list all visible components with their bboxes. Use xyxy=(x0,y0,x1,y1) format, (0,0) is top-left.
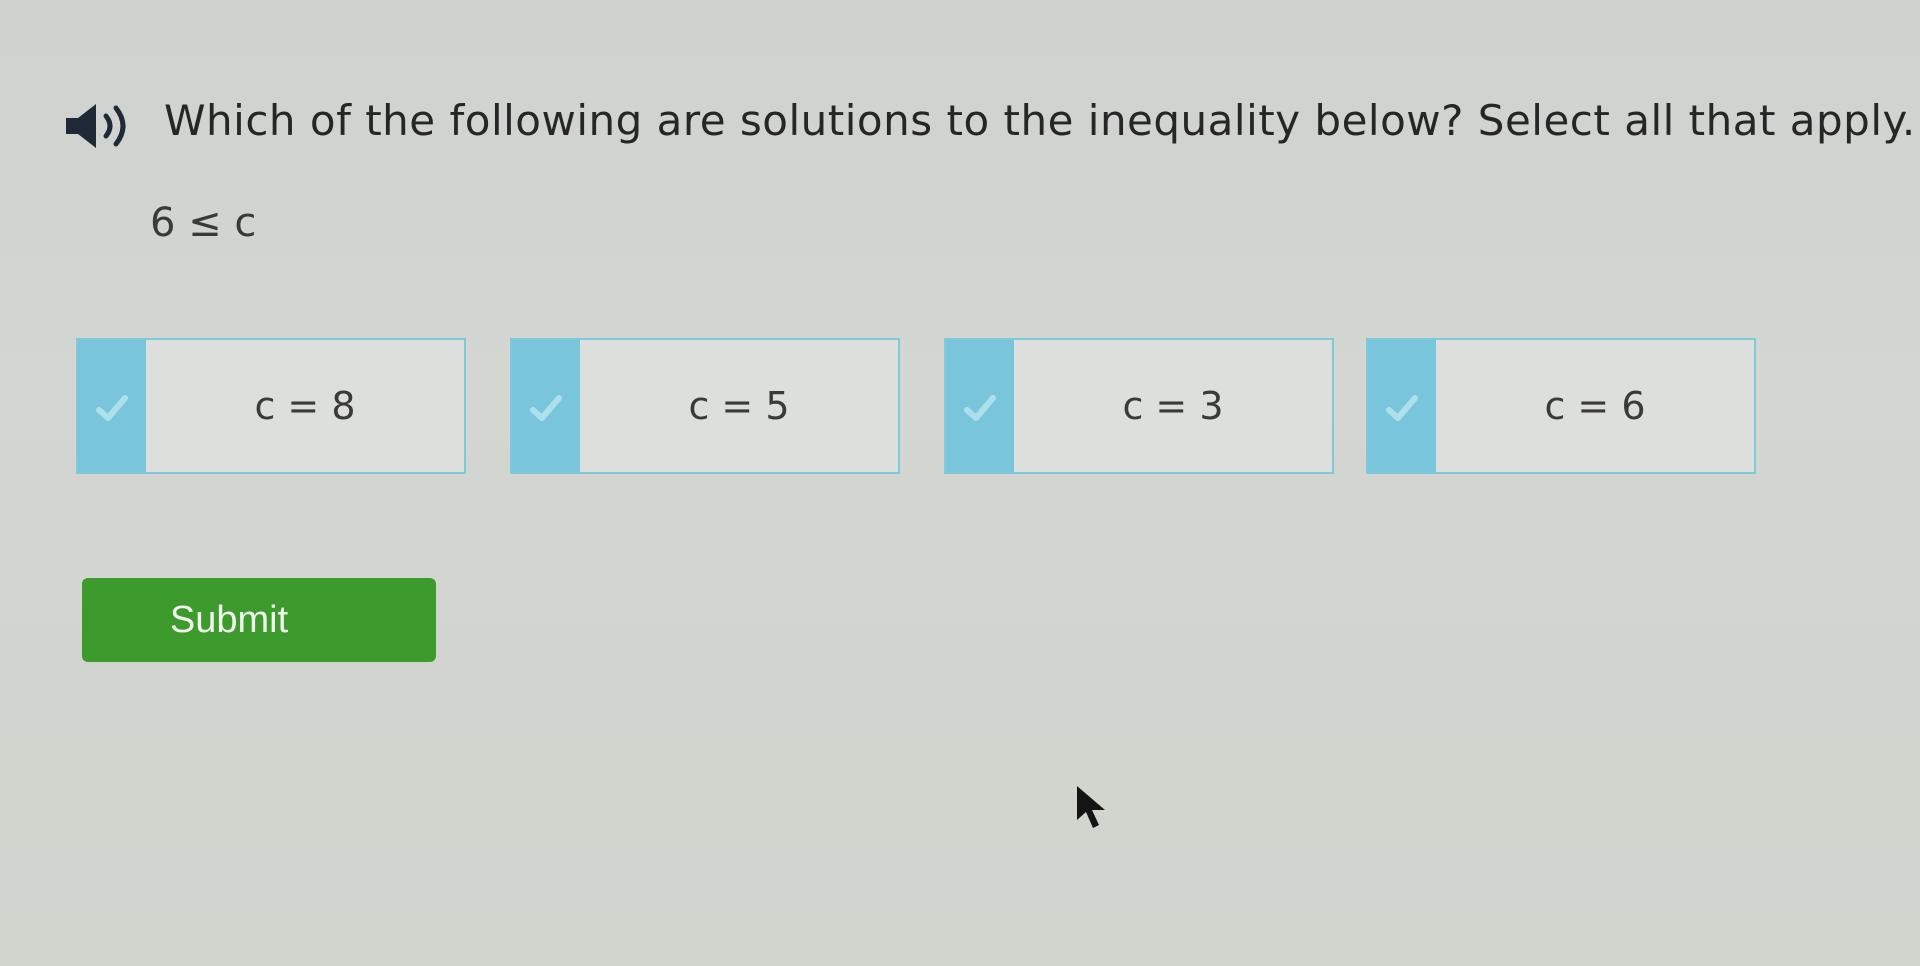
choice-label: c = 8 xyxy=(254,384,356,428)
choice-checkbox[interactable] xyxy=(1368,340,1436,472)
submit-button[interactable]: Submit xyxy=(82,578,436,662)
question-text: Which of the following are solutions to … xyxy=(164,96,1916,145)
choice-c-3[interactable]: c = 3 xyxy=(944,338,1334,474)
checkmark-icon xyxy=(1386,395,1418,421)
checkmark-icon xyxy=(964,395,996,421)
choice-label: c = 5 xyxy=(688,384,790,428)
choice-c-5[interactable]: c = 5 xyxy=(510,338,900,474)
checkmark-icon xyxy=(530,395,562,421)
inequality: 6 ≤ c xyxy=(150,200,257,246)
checkmark-icon xyxy=(96,395,128,421)
question-page: Which of the following are solutions to … xyxy=(0,0,1920,966)
answer-choices: c = 8 c = 5 c = 3 c = 6 xyxy=(76,338,1756,480)
speaker-icon[interactable] xyxy=(62,98,146,154)
choice-c-8[interactable]: c = 8 xyxy=(76,338,466,474)
choice-label: c = 3 xyxy=(1122,384,1224,428)
choice-c-6[interactable]: c = 6 xyxy=(1366,338,1756,474)
choice-checkbox[interactable] xyxy=(78,340,146,472)
choice-checkbox[interactable] xyxy=(512,340,580,472)
choice-checkbox[interactable] xyxy=(946,340,1014,472)
mouse-cursor-icon xyxy=(1077,786,1105,828)
choice-label: c = 6 xyxy=(1544,384,1646,428)
